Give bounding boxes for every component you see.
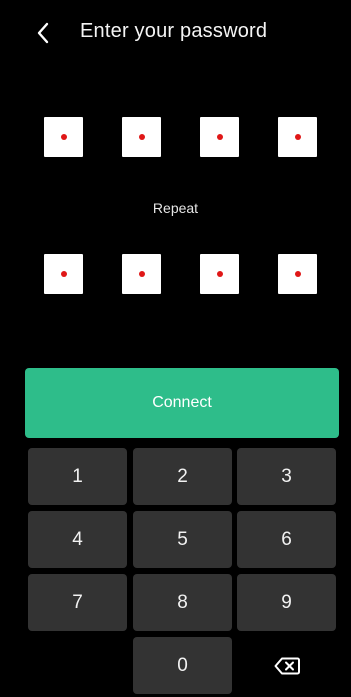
pin-box[interactable]: [122, 254, 161, 294]
key-4[interactable]: 4: [28, 511, 127, 568]
key-0[interactable]: 0: [133, 637, 232, 694]
key-8[interactable]: 8: [133, 574, 232, 631]
pin-box[interactable]: [44, 117, 83, 157]
repeat-label: Repeat: [152, 200, 199, 216]
pin-dot: [138, 271, 145, 277]
connect-button[interactable]: Connect: [25, 368, 339, 438]
key-3[interactable]: 3: [237, 448, 336, 505]
header: Enter your password: [0, 0, 351, 64]
backspace-icon: [274, 657, 300, 674]
key-7[interactable]: 7: [28, 574, 127, 631]
key-9[interactable]: 9: [237, 574, 336, 631]
pin-box[interactable]: [122, 117, 161, 157]
pin-row-password: [0, 117, 351, 157]
pin-box[interactable]: [44, 254, 83, 294]
pin-dot: [216, 271, 223, 277]
numeric-keypad: 1 2 3 4 5 6 7 8 9 0: [0, 448, 351, 697]
pin-dot: [138, 134, 145, 140]
key-5[interactable]: 5: [133, 511, 232, 568]
pin-dot: [60, 134, 67, 140]
pin-box[interactable]: [278, 254, 317, 294]
pin-dot: [216, 134, 223, 140]
key-2[interactable]: 2: [133, 448, 232, 505]
back-button[interactable]: [28, 18, 58, 48]
pin-box[interactable]: [200, 117, 239, 157]
key-6[interactable]: 6: [237, 511, 336, 568]
backspace-button[interactable]: [237, 637, 336, 694]
pin-dot: [294, 134, 301, 140]
chevron-left-icon: [37, 22, 49, 44]
pin-row-repeat: [0, 254, 351, 294]
page-title: Enter your password: [80, 20, 268, 42]
pin-dot: [60, 271, 67, 277]
pin-box[interactable]: [278, 117, 317, 157]
key-1[interactable]: 1: [28, 448, 127, 505]
pin-dot: [294, 271, 301, 277]
pin-box[interactable]: [200, 254, 239, 294]
